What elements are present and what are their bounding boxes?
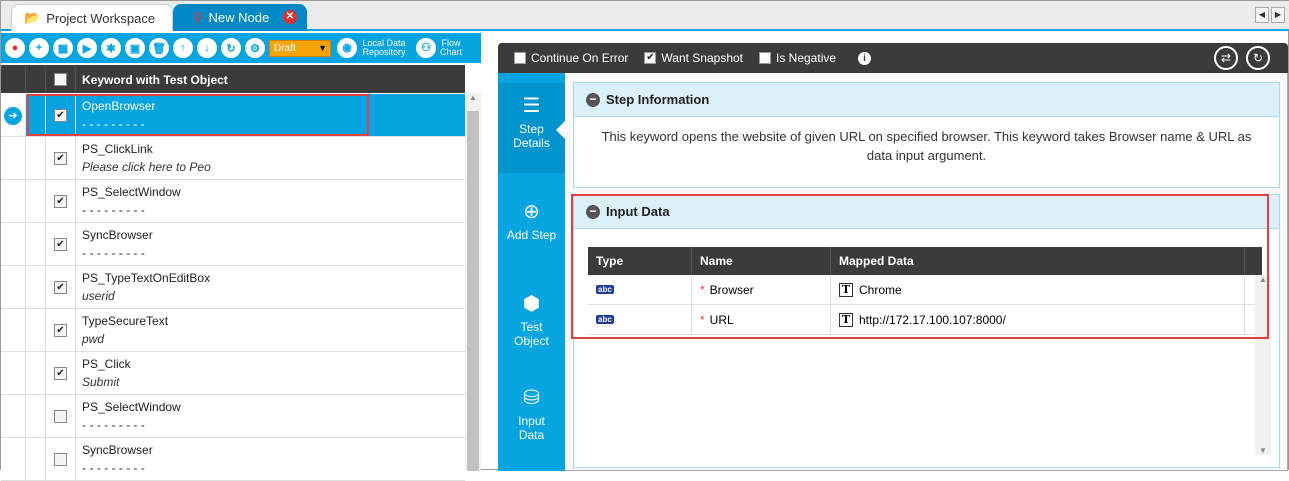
select-all-checkbox[interactable] [54, 73, 67, 86]
tab-new-node[interactable]: ⚲ New Node ✕ [173, 4, 307, 31]
swap-icon[interactable]: ⇄ [1214, 46, 1238, 70]
folder-icon: 📂 [24, 10, 41, 25]
test-object-name: Submit [82, 375, 120, 389]
keyword-name: PS_ClickLink [82, 142, 153, 156]
add-icon[interactable]: + [29, 38, 49, 58]
test-object-name: Please click here to Peo [82, 160, 211, 174]
table-row[interactable]: ✔ PS_SelectWindow - - - - - - - - - [1, 180, 465, 223]
test-object-name: - - - - - - - - - [82, 246, 145, 260]
scroll-up-icon[interactable]: ▲ [465, 93, 481, 102]
move-up-icon[interactable]: ↑ [173, 38, 193, 58]
keyword-name: PS_TypeTextOnEditBox [82, 271, 211, 285]
row-checkbox[interactable]: ✔ [54, 367, 67, 380]
row-checkbox[interactable]: ✔ [54, 238, 67, 251]
checklist-icon: ☰ [522, 95, 541, 117]
tab-label: Project Workspace [46, 10, 156, 26]
side-navigation: ☰ Step Details ⊕ Add Step ⬢ Test Object … [498, 73, 565, 471]
test-object-name: - - - - - - - - - [82, 418, 145, 432]
row-checkbox[interactable]: ✔ [54, 281, 67, 294]
tab-project-workspace[interactable]: 📂 Project Workspace [11, 4, 173, 31]
step-options-bar: Continue On Error ✔ Want Snapshot Is Nega… [498, 43, 1288, 73]
table-row[interactable]: ✔ PS_Click Submit [1, 352, 465, 395]
flow-chart-button[interactable]: ⚇ Flow Chart [416, 38, 463, 58]
database-icon: ⛁ [523, 387, 540, 409]
delete-icon[interactable]: 🗑 [149, 38, 169, 58]
row-checkbox[interactable]: ✔ [54, 195, 67, 208]
highlight-box [27, 94, 369, 136]
test-object-name: - - - - - - - - - [82, 203, 145, 217]
key-icon: ⚲ [193, 9, 203, 25]
is-negative-option[interactable]: Is Negative [759, 51, 836, 65]
chevron-down-icon: ▼ [318, 42, 327, 53]
step-description: This keyword opens the website of given … [601, 129, 1252, 163]
step-information-section: − Step Information This keyword opens th… [573, 82, 1280, 188]
nav-step-details[interactable]: ☰ Step Details [498, 83, 565, 173]
scroll-thumb[interactable] [467, 111, 479, 471]
info-icon[interactable]: i [858, 51, 872, 65]
row-checkbox[interactable] [54, 410, 67, 423]
is-negative-checkbox[interactable] [759, 52, 771, 64]
keyword-name: PS_SelectWindow [82, 400, 181, 414]
keyword-name: TypeSecureText [82, 314, 169, 328]
nav-test-object[interactable]: ⬢ Test Object [498, 283, 565, 373]
step-information-header[interactable]: − Step Information [574, 83, 1279, 117]
keyword-scrollbar[interactable]: ▲ [465, 93, 481, 471]
cube-icon: ⬢ [522, 293, 541, 315]
nav-add-step[interactable]: ⊕ Add Step [498, 191, 565, 281]
test-object-name: pwd [82, 332, 105, 346]
record-icon[interactable]: ● [5, 38, 25, 58]
nav-input-data[interactable]: ⛁ Input Data [498, 377, 565, 467]
debug-icon[interactable]: ✱ [101, 38, 121, 58]
collapse-icon[interactable]: − [586, 92, 600, 107]
highlight-box [571, 194, 1269, 339]
column-header-keyword: Keyword with Test Object [82, 73, 228, 87]
flowchart-icon: ⚇ [416, 38, 436, 58]
continue-on-error-checkbox[interactable] [514, 52, 526, 64]
status-dropdown[interactable]: Draft ▼ [269, 39, 331, 57]
settings-icon[interactable]: ⚙ [245, 38, 265, 58]
move-down-icon[interactable]: ↓ [197, 38, 217, 58]
tab-label: New Node [208, 10, 270, 25]
refresh-icon[interactable]: ↻ [1246, 46, 1270, 70]
add-step-icon: ⊕ [523, 201, 540, 223]
table-row[interactable]: ✔ SyncBrowser - - - - - - - - - [1, 223, 465, 266]
step-editor-panel: Continue On Error ✔ Want Snapshot Is Nega… [498, 43, 1288, 471]
local-data-repository-button[interactable]: ◉ Local Data Repository [337, 38, 408, 58]
active-pointer [556, 121, 565, 139]
current-step-arrow-icon: ➔ [4, 107, 22, 125]
close-tab-icon[interactable]: ✕ [283, 10, 297, 24]
keyword-name: SyncBrowser [82, 228, 153, 242]
want-snapshot-checkbox[interactable]: ✔ [644, 52, 657, 64]
table-row[interactable]: ✔ PS_TypeTextOnEditBoxuserid [1, 266, 465, 309]
globe-icon: ◉ [337, 38, 357, 58]
row-checkbox[interactable]: ✔ [54, 152, 67, 165]
refresh-icon[interactable]: ↻ [221, 38, 241, 58]
scroll-right-icon[interactable]: ▶ [1271, 7, 1285, 23]
table-row[interactable]: ✔ PS_ClickLink Please click here to Peo [1, 137, 465, 180]
continue-on-error-option[interactable]: Continue On Error [514, 51, 628, 65]
table-row[interactable]: PS_SelectWindow - - - - - - - - - [1, 395, 465, 438]
row-checkbox[interactable] [54, 453, 67, 466]
tab-bar: 📂 Project Workspace ⚲ New Node ✕ ◀ ▶ [1, 1, 1289, 31]
scroll-down-icon[interactable]: ▼ [1255, 446, 1271, 455]
scroll-left-icon[interactable]: ◀ [1255, 7, 1269, 23]
keyword-name: PS_SelectWindow [82, 185, 181, 199]
play-icon[interactable]: ▶ [77, 38, 97, 58]
keyword-name: PS_Click [82, 357, 131, 371]
keyword-toolbar: ● + ▦ ▶ ✱ ▣ 🗑 ↑ ↓ ↻ ⚙ Draft ▼ ◉ Local Dat… [1, 33, 481, 63]
table-row[interactable]: SyncBrowser - - - - - - - - - [1, 438, 465, 481]
table-row[interactable]: ✔ TypeSecureText pwd [1, 309, 465, 352]
keyword-panel: ● + ▦ ▶ ✱ ▣ 🗑 ↑ ↓ ↻ ⚙ Draft ▼ ◉ Local Dat… [1, 33, 481, 481]
want-snapshot-option[interactable]: ✔ Want Snapshot [644, 51, 743, 65]
test-object-name: - - - - - - - - - [82, 461, 145, 475]
keyword-table-header: Keyword with Test Object [1, 65, 465, 93]
grid-icon[interactable]: ▦ [53, 38, 73, 58]
keyword-name: SyncBrowser [82, 443, 153, 457]
test-object-name: userid [82, 289, 115, 303]
row-checkbox[interactable]: ✔ [54, 324, 67, 337]
save-icon[interactable]: ▣ [125, 38, 145, 58]
step-content: − Step Information This keyword opens th… [565, 73, 1288, 471]
